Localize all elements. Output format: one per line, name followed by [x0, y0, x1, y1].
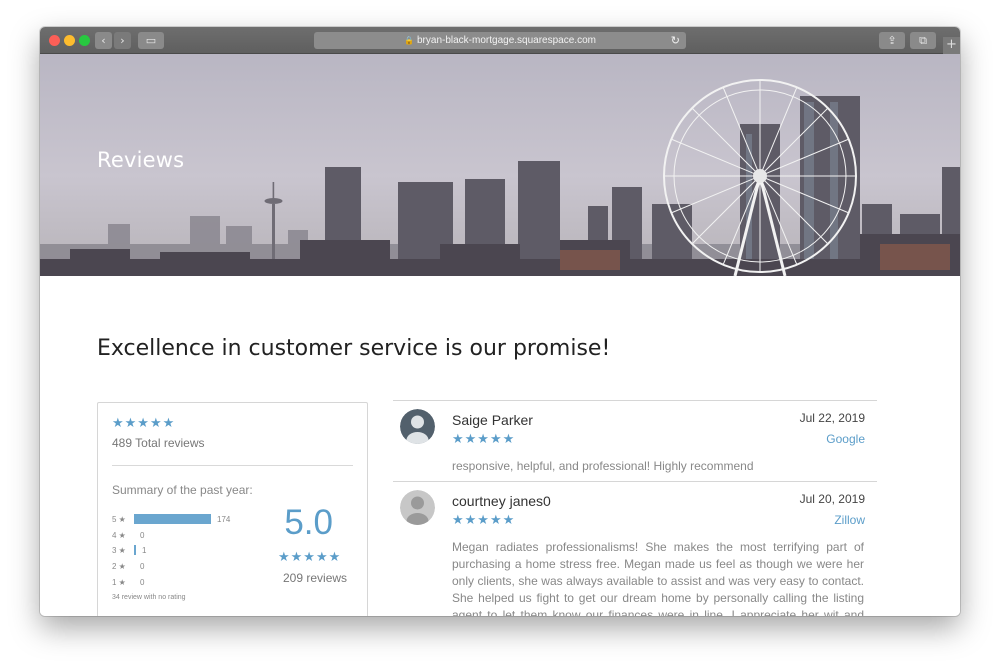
rating-count: 0	[140, 562, 145, 572]
rating-count: 1	[142, 546, 147, 556]
avatar	[400, 409, 435, 444]
review-item: courtney janes0 ★★★★★ Jul 20, 2019 Zillo…	[393, 481, 877, 616]
hero-banner: Reviews	[40, 54, 960, 276]
back-button[interactable]: ‹	[95, 32, 112, 49]
review-item: Saige Parker ★★★★★ Jul 22, 2019 Google r…	[393, 400, 877, 481]
past-year-label: Summary of the past year:	[112, 483, 253, 497]
rating-count: 0	[140, 577, 145, 587]
tabs-icon: ⧉	[919, 34, 927, 47]
review-stars-icon: ★★★★★	[452, 513, 516, 528]
zoom-window-button[interactable]	[79, 35, 90, 46]
share-button[interactable]: ⇪	[879, 32, 905, 49]
sidebar-toggle-button[interactable]: ▭	[138, 32, 164, 49]
review-source-link[interactable]: Zillow	[834, 513, 865, 527]
summary-stars-icon: ★★★★★	[112, 416, 176, 431]
sidebar-icon: ▭	[145, 34, 157, 47]
review-stars-icon: ★★★★★	[452, 432, 516, 447]
review-text: responsive, helpful, and professional! H…	[452, 459, 754, 473]
tab-overview-button[interactable]: ⧉	[910, 32, 936, 49]
average-score-value: 5.0	[284, 503, 333, 542]
rating-count: 0	[140, 530, 145, 540]
rating-bar	[134, 514, 211, 524]
rating-label: 5 ★	[112, 515, 126, 524]
main-content: Excellence in customer service is our pr…	[40, 276, 960, 616]
rating-bar	[134, 545, 136, 556]
rating-count: 174	[217, 515, 231, 524]
divider	[112, 465, 353, 466]
review-source-link[interactable]: Google	[826, 432, 865, 446]
url-text: bryan-black-mortgage.squarespace.com	[416, 35, 596, 46]
rating-label: 3 ★	[112, 546, 126, 556]
forward-button[interactable]: ›	[114, 32, 131, 49]
review-date: Jul 20, 2019	[799, 492, 865, 506]
reviewer-name: courtney janes0	[452, 493, 551, 509]
minimize-window-button[interactable]	[64, 35, 75, 46]
rating-label: 2 ★	[112, 562, 126, 572]
review-text: Megan radiates professionalisms! She mak…	[452, 540, 864, 616]
plus-icon: +	[946, 37, 957, 52]
share-icon: ⇪	[887, 34, 897, 47]
address-bar[interactable]: 🔒 bryan-black-mortgage.squarespace.com ↻	[314, 32, 686, 49]
page-headline: Excellence in customer service is our pr…	[97, 336, 611, 361]
reviewer-name: Saige Parker	[452, 412, 533, 428]
score-review-count: 209 reviews	[283, 571, 348, 585]
back-icon: ‹	[101, 34, 106, 47]
browser-toolbar: ‹ › ▭ 🔒 bryan-black-mortgage.squarespace.…	[40, 27, 960, 54]
lock-icon: 🔒	[404, 36, 414, 45]
user-avatar-icon	[400, 409, 435, 444]
rating-label: 4 ★	[112, 530, 126, 540]
close-window-button[interactable]	[49, 35, 60, 46]
review-date: Jul 22, 2019	[799, 411, 865, 425]
total-reviews: 489 Total reviews	[112, 436, 205, 450]
no-rating-note: 34 review with no rating	[112, 594, 186, 601]
hero-title: Reviews	[97, 148, 185, 172]
score-stars-icon: ★★★★★	[278, 550, 342, 565]
forward-icon: ›	[120, 34, 125, 47]
browser-window: ‹ › ▭ 🔒 bryan-black-mortgage.squarespace.…	[40, 27, 960, 616]
reload-icon[interactable]: ↻	[671, 32, 680, 49]
user-avatar-icon	[400, 490, 435, 525]
review-list: Saige Parker ★★★★★ Jul 22, 2019 Google r…	[393, 400, 877, 616]
review-summary-card: ★★★★★ 489 Total reviews Summary of the p…	[97, 402, 368, 616]
avatar	[400, 490, 435, 525]
rating-label: 1 ★	[112, 577, 126, 587]
new-tab-button[interactable]: +	[943, 37, 960, 54]
